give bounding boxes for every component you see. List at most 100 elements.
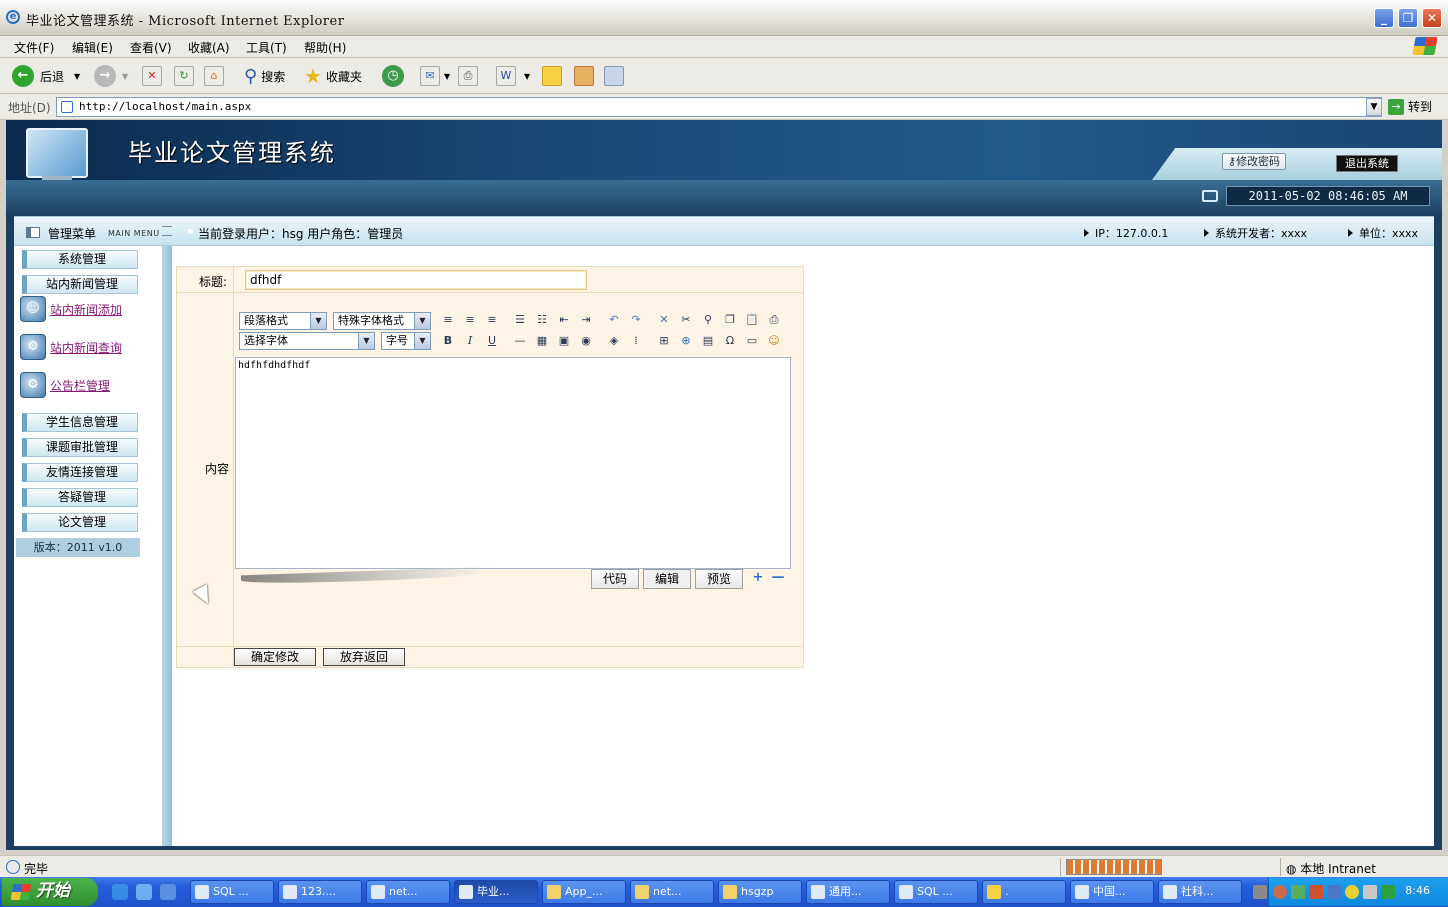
task-word[interactable]: 123.... (278, 880, 362, 904)
bullet-list-icon[interactable]: ☰ (511, 311, 529, 329)
expand-plus-icon[interactable]: + (751, 571, 765, 585)
task-china[interactable]: 中国... (1070, 880, 1154, 904)
align-center-icon[interactable]: ≡ (461, 311, 479, 329)
change-password-button[interactable]: ⚷修改密码 (1222, 153, 1287, 170)
menu-favorites[interactable]: 收藏(A) (188, 39, 230, 56)
news-add-link[interactable]: 站内新闻添加 (50, 301, 122, 318)
sidebar-item-qa[interactable]: 答疑管理 (22, 488, 138, 507)
media-icon[interactable]: ◉ (577, 332, 595, 350)
collapse-minus-icon[interactable]: — (771, 571, 785, 585)
undo-icon[interactable]: ↶ (605, 311, 623, 329)
paste-icon[interactable]: 📋 (743, 311, 761, 329)
mode-edit-tab[interactable]: 编辑 (643, 569, 691, 589)
tray-app-icon[interactable] (1291, 885, 1305, 899)
redo-icon[interactable]: ↷ (627, 311, 645, 329)
underline-button[interactable]: U (483, 332, 501, 350)
edit-dropdown-icon[interactable]: ▼ (524, 72, 530, 81)
history-button[interactable]: ◷ (382, 64, 404, 88)
address-dropdown-icon[interactable]: ▼ (1366, 98, 1382, 116)
search-button[interactable]: ⚲ 搜索 (244, 64, 285, 88)
quicklaunch-ie-icon[interactable] (112, 884, 128, 900)
start-button[interactable]: 开始 (2, 878, 98, 906)
bold-button[interactable]: B (439, 332, 457, 350)
sidebar-splitter[interactable] (162, 246, 172, 846)
sidebar-item-topics[interactable]: 课题审批管理 (22, 438, 138, 457)
confirm-edit-button[interactable]: 确定修改 (234, 648, 316, 666)
tray-app-icon[interactable] (1309, 885, 1323, 899)
task-note[interactable]: . (982, 880, 1066, 904)
horizontal-rule-icon[interactable]: — (511, 332, 529, 350)
shield-icon[interactable] (1381, 885, 1395, 899)
task-hsgzp-folder[interactable]: hsgzp (718, 880, 802, 904)
clock-time[interactable]: 8:46 (1405, 884, 1430, 897)
insert-file-icon[interactable]: ⊞ (655, 332, 673, 350)
volume-icon[interactable] (1363, 885, 1377, 899)
minimize-button[interactable]: _ (1374, 8, 1394, 28)
mail-button[interactable]: ✉ ▼ (420, 64, 450, 88)
network-icon[interactable] (1327, 885, 1341, 899)
task-app-folder[interactable]: App_... (542, 880, 626, 904)
favorites-button[interactable]: ★ 收藏夹 (304, 64, 362, 88)
maximize-button[interactable]: ❐ (1398, 8, 1418, 28)
task-ie-active[interactable]: 毕业... (454, 880, 538, 904)
forward-button[interactable]: → ▼ (94, 64, 128, 88)
title-input[interactable]: dfhdf (245, 270, 587, 290)
keyboard-icon[interactable] (1253, 885, 1267, 899)
edit-word-button[interactable]: W ▼ (496, 64, 530, 88)
cut-icon[interactable]: ✂ (677, 311, 695, 329)
go-button[interactable]: → 转到 (1388, 98, 1432, 115)
sidebar-item-links[interactable]: 友情连接管理 (22, 463, 138, 482)
sidebar-subitem-news-query[interactable]: ⚙ 站内新闻查询 (20, 330, 122, 364)
task-general[interactable]: 通用... (806, 880, 890, 904)
menu-edit[interactable]: 编辑(E) (72, 39, 113, 56)
menu-file[interactable]: 文件(F) (14, 39, 54, 56)
content-editor-area[interactable]: hdfhfdhdfhdf (235, 357, 791, 569)
tray-expand-icon[interactable] (1273, 885, 1287, 899)
menu-tools[interactable]: 工具(T) (246, 39, 287, 56)
date-icon[interactable]: ▭ (743, 332, 761, 350)
task-net-1[interactable]: net... (366, 880, 450, 904)
cancel-return-button[interactable]: 放弃返回 (323, 648, 405, 666)
delete-icon[interactable]: ✕ (655, 311, 673, 329)
close-button[interactable]: ✕ (1422, 8, 1442, 28)
refresh-button[interactable]: ↻ (174, 64, 194, 88)
sidebar-subitem-bulletin[interactable]: ⚙ 公告栏管理 (20, 368, 110, 402)
task-sql-2[interactable]: SQL ... (894, 880, 978, 904)
sidebar-subitem-news-add[interactable]: ☺ 站内新闻添加 (20, 292, 122, 326)
task-sql-1[interactable]: SQL ... (190, 880, 274, 904)
messenger-button[interactable] (604, 64, 624, 88)
font-select[interactable]: 选择字体 ▼ (239, 332, 375, 350)
align-right-icon[interactable]: ≡ (483, 311, 501, 329)
sidebar-item-system[interactable]: 系统管理 (22, 250, 138, 269)
emoticon-icon[interactable]: ☺ (765, 332, 783, 350)
menu-view[interactable]: 查看(V) (130, 39, 172, 56)
print-icon[interactable]: ⎙ (765, 311, 783, 329)
align-left-icon[interactable]: ≡ (439, 311, 457, 329)
window-title-bar[interactable]: e 毕业论文管理系统 - Microsoft Internet Explorer… (0, 0, 1448, 36)
note-button[interactable] (542, 64, 562, 88)
task-net-folder[interactable]: net... (630, 880, 714, 904)
bulletin-link[interactable]: 公告栏管理 (50, 377, 110, 394)
link-icon[interactable]: ⊕ (677, 332, 695, 350)
menu-help[interactable]: 帮助(H) (304, 39, 346, 56)
numbered-list-icon[interactable]: ☷ (533, 311, 551, 329)
mode-code-tab[interactable]: 代码 (591, 569, 639, 589)
italic-button[interactable]: I (461, 332, 479, 350)
sidebar-item-thesis[interactable]: 论文管理 (22, 513, 138, 532)
grid-icon[interactable]: ⁞ (627, 332, 645, 350)
outdent-icon[interactable]: ⇤ (555, 311, 573, 329)
copy-icon[interactable]: ❐ (721, 311, 739, 329)
font-size-select[interactable]: 字号 ▼ (381, 332, 431, 350)
mode-preview-tab[interactable]: 预览 (695, 569, 743, 589)
quicklaunch-outlook-icon[interactable] (136, 884, 152, 900)
mail-dropdown-icon[interactable]: ▼ (444, 72, 450, 81)
task-social[interactable]: 社科... (1158, 880, 1242, 904)
news-query-link[interactable]: 站内新闻查询 (50, 339, 122, 356)
home-button[interactable]: ⌂ (204, 64, 224, 88)
print-button[interactable]: ⎙ (458, 64, 478, 88)
tray-app-icon[interactable] (1345, 885, 1359, 899)
stop-button[interactable]: ✕ (142, 64, 162, 88)
indent-icon[interactable]: ⇥ (577, 311, 595, 329)
table-icon[interactable]: ▦ (533, 332, 551, 350)
paragraph-format-select[interactable]: 段落格式 ▼ (239, 312, 327, 330)
